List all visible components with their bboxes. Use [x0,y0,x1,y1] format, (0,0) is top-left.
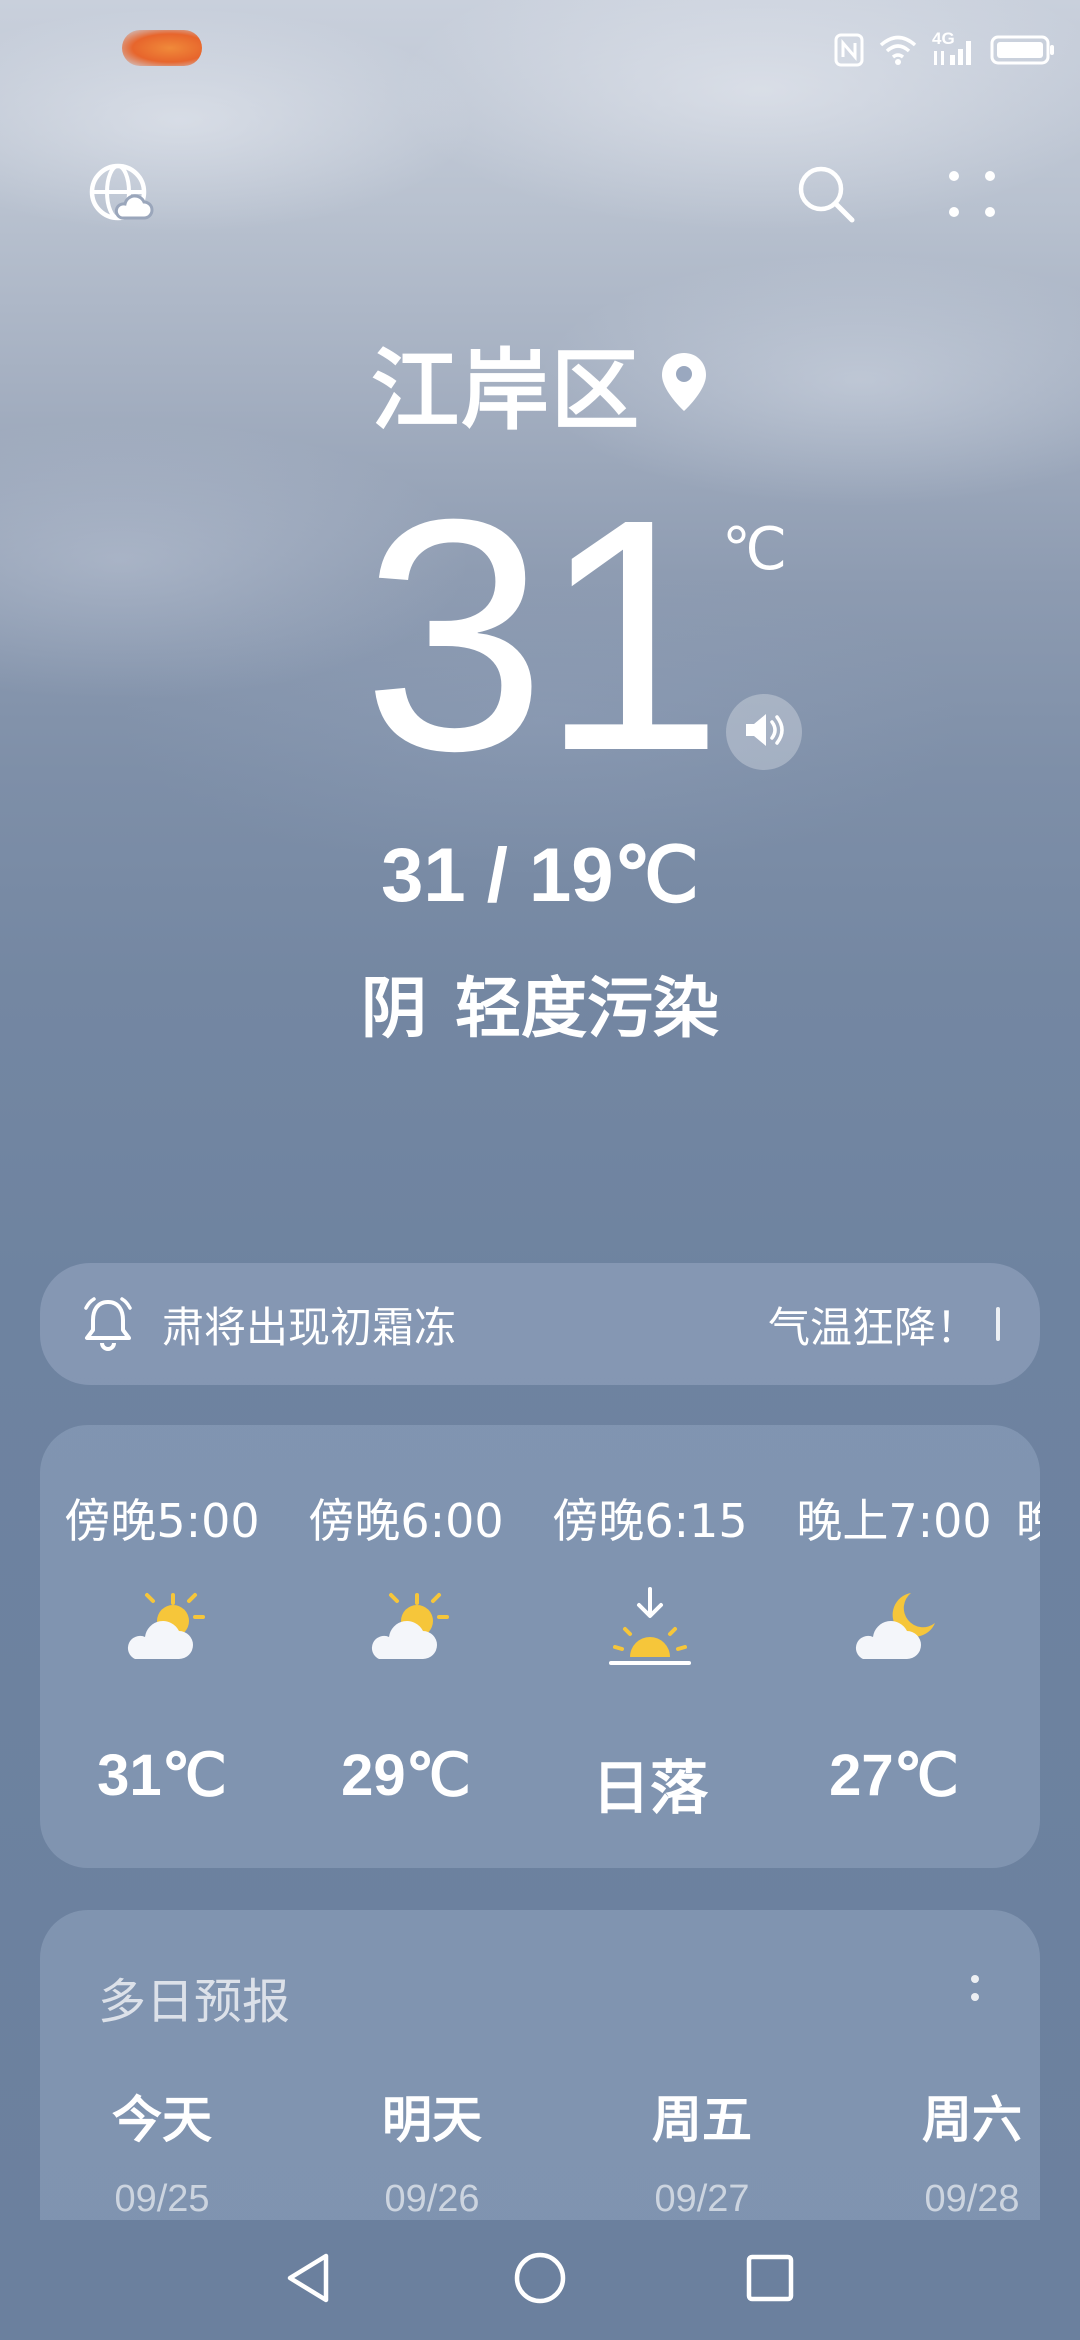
recents-button[interactable] [730,2240,810,2320]
hourly-value: 日落 [591,1754,708,1822]
back-button[interactable] [268,2240,348,2320]
alert-text-secondary: 气温狂降！ [767,1302,978,1352]
home-button[interactable] [500,2240,580,2320]
search-icon [794,162,858,230]
more-vertical-icon-dot [971,1993,979,2001]
bell-icon [80,1296,136,1352]
partly-cloudy-night-icon [849,1585,939,1675]
air-quality-label[interactable]: 轻度污染 [455,970,719,1047]
voice-broadcast-button[interactable] [726,694,802,770]
partly-cloudy-day-icon [361,1585,451,1675]
current-temperature: 31 [362,450,723,819]
hourly-value: 27℃ [829,1743,959,1808]
hourly-item: 晚上8:00 [1016,1425,1040,1868]
day-date: 09/25 [114,2178,210,2220]
temperature-unit: ℃ [722,517,788,582]
condition-line: 阴轻度污染 [0,955,1080,1051]
hourly-time: 傍晚6:15 [552,1494,748,1548]
weather-condition: 阴 [361,970,427,1047]
sunset-icon [605,1585,695,1675]
day-date: 09/28 [924,2178,1020,2220]
daily-forecast-title: 多日预报 [98,1974,291,2030]
hourly-time: 傍晚5:00 [64,1494,260,1548]
alert-text-primary: 肃将出现初霜冻 [162,1302,457,1352]
hourly-value: 31℃ [97,1743,227,1808]
alert-divider [996,1307,1000,1341]
day-name: 周五 [652,2091,752,2149]
day-date: 09/27 [654,2178,750,2220]
high-low-temperature: 31 / 19℃ [381,833,699,918]
notification-indicator [122,30,202,66]
day-name: 明天 [382,2091,482,2149]
location-name: 江岸区 [370,339,641,442]
hourly-item: 傍晚5:00 31℃ [40,1425,284,1868]
city-manager-button[interactable] [84,160,156,232]
search-button[interactable] [790,160,862,232]
hourly-item: 傍晚6:00 29℃ [284,1425,528,1868]
day-item[interactable]: 今天 09/25 [62,2080,262,2221]
hourly-time: 傍晚6:00 [308,1494,504,1548]
day-name: 周六 [922,2091,1022,2149]
globe-cloud-icon [86,160,154,232]
hourly-time: 晚上8:00 [1016,1494,1040,1548]
status-bar: 4G [0,0,1080,100]
battery-icon [990,34,1056,66]
speaker-icon [742,710,786,754]
home-icon [512,2250,568,2310]
day-item[interactable]: 周六 09/28 [872,2080,1040,2221]
location-header[interactable]: 江岸区 [0,320,1080,447]
signal-icon: 4G [932,29,976,67]
hourly-value: 29℃ [341,1743,471,1808]
hourly-forecast-card[interactable]: 傍晚5:00 31℃ 傍晚6:00 29℃ 傍晚6:15 日落 晚上7:00 2… [40,1425,1040,1868]
back-icon [282,2250,334,2310]
hourly-time: 晚上7:00 [796,1494,992,1548]
partly-cloudy-day-icon [117,1585,207,1675]
day-item[interactable]: 明天 09/26 [332,2080,532,2221]
weather-alert-banner[interactable]: 肃将出现初霜冻 气温狂降！ [40,1263,1040,1385]
hourly-item: 晚上7:00 27℃ [772,1425,1016,1868]
nfc-icon [834,33,864,67]
more-options-button[interactable] [936,160,1008,232]
day-name: 今天 [112,2091,212,2149]
more-vertical-icon [971,1975,979,1983]
wifi-icon [878,34,918,66]
daily-more-button[interactable] [960,1958,990,2018]
system-navigation-bar [0,2220,1080,2340]
day-item[interactable]: 周五 09/27 [602,2080,802,2221]
day-date: 09/26 [384,2178,480,2220]
more-dots-icon [944,166,1000,226]
status-icons: 4G [834,29,1056,70]
recents-icon [744,2252,796,2308]
hourly-item: 傍晚6:15 日落 [528,1425,772,1868]
location-pin-icon [659,351,709,417]
